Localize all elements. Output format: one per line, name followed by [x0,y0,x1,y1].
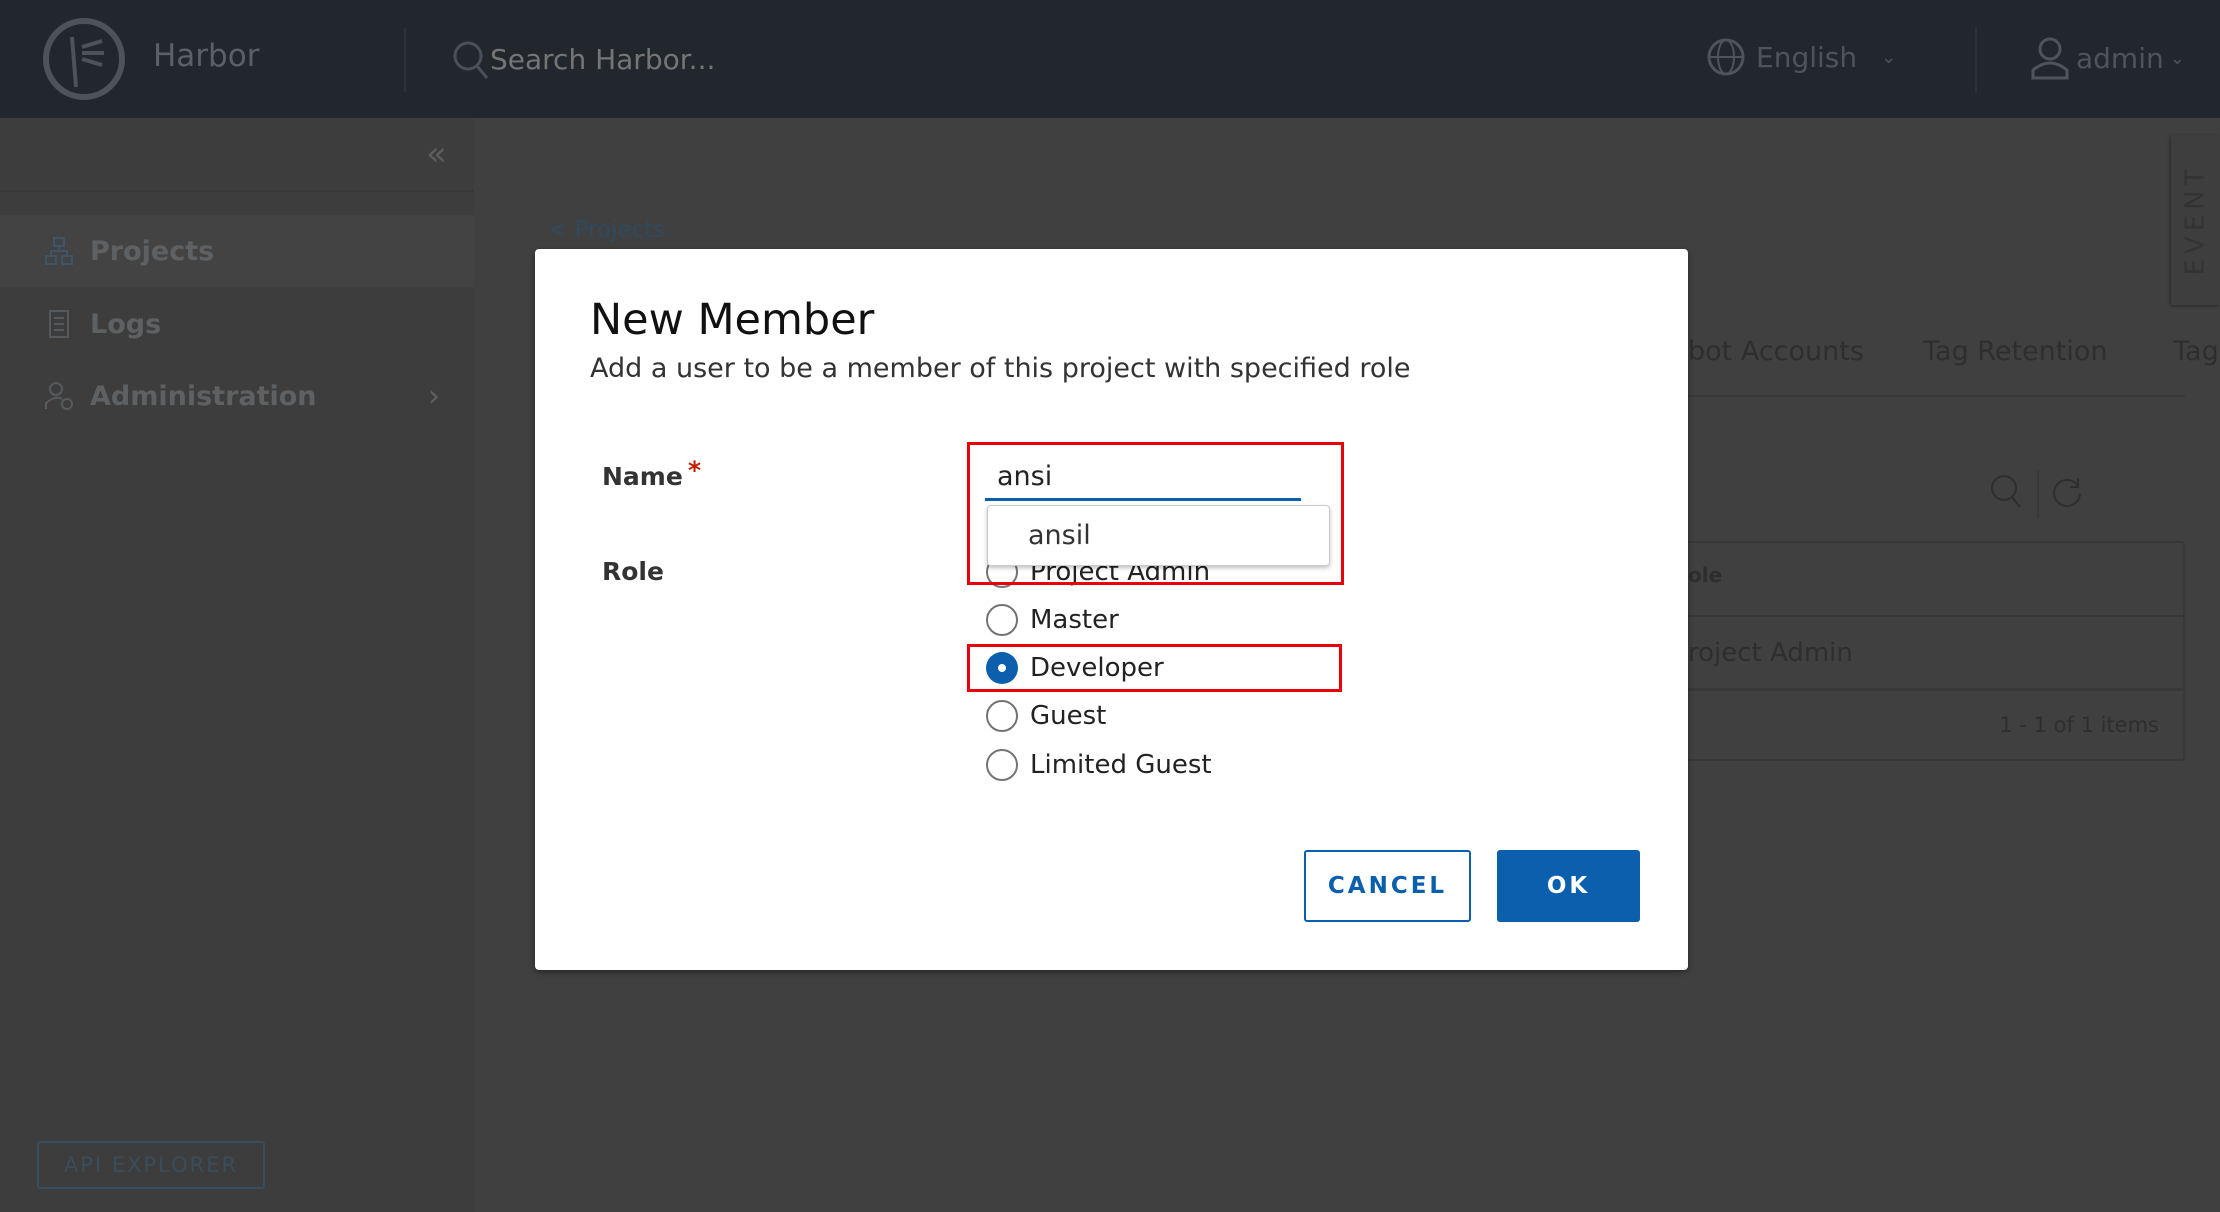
sidebar-item-administration[interactable]: Administration › [0,360,474,432]
username: admin [2076,41,2164,75]
tab-tag[interactable]: Tag [2173,336,2219,367]
search-icon [453,41,489,79]
search-input[interactable] [490,36,990,82]
members-table: ole roject Admin 1 - 1 of 1 items [1688,541,2185,761]
language-selector[interactable]: English ⌄ [1706,37,1896,77]
sidebar-item-projects[interactable]: Projects [0,215,474,287]
sidebar-item-label: Administration [90,380,317,412]
column-header-role: ole [1688,563,1723,587]
globe-icon [1707,38,1745,76]
chevron-down-icon: ⌄ [1881,46,1897,68]
required-mark: * [688,456,702,485]
ok-button[interactable]: OK [1497,850,1640,922]
table-cell-role: roject Admin [1688,638,1853,668]
cancel-button[interactable]: CANCEL [1304,850,1471,922]
sidebar-item-label: Projects [90,235,215,267]
divider [1975,28,1977,92]
new-member-dialog: New Member Add a user to be a member of … [535,249,1688,970]
role-label: Role [602,557,664,586]
divider [0,190,474,192]
tabs-underline [1688,395,2185,397]
api-explorer-button[interactable]: API EXPLORER [37,1141,265,1189]
event-panel-tab[interactable]: EVENT [2171,135,2220,305]
role-radio-limited-guest[interactable] [986,749,1018,781]
event-tab-label: EVENT [2180,164,2211,276]
sidebar-item-logs[interactable]: Logs [0,288,474,360]
chevron-right-icon: › [428,378,440,414]
administration-icon [45,382,73,410]
dialog-subtitle: Add a user to be a member of this projec… [590,353,1411,384]
harbor-logo-icon [43,18,125,100]
projects-icon [45,237,73,265]
role-label-guest: Guest [1030,701,1107,731]
role-label-master: Master [1030,605,1119,635]
app-name: Harbor [153,38,260,74]
sidebar-item-label: Logs [90,308,162,340]
role-radio-master[interactable] [986,604,1018,636]
role-radio-guest[interactable] [986,700,1018,732]
tab-robot-accounts[interactable]: bot Accounts [1688,336,1864,367]
user-menu[interactable]: admin ⌄ [2030,36,2185,80]
divider [404,28,406,92]
tab-tag-retention[interactable]: Tag Retention [1923,336,2107,367]
collapse-sidebar-icon[interactable]: « [426,134,447,174]
user-icon [2031,37,2069,80]
search-icon[interactable] [1990,474,2024,510]
dialog-title: New Member [590,295,875,345]
highlight-developer-role [967,644,1342,692]
breadcrumb[interactable]: < Projects [548,217,665,243]
language-label: English [1756,40,1858,74]
pagination-text: 1 - 1 of 1 items [1999,713,2159,737]
highlight-name-field [967,442,1344,585]
sidebar: « Projects Logs Administration › API EXP… [0,118,474,1212]
top-header: Harbor English ⌄ admin ⌄ [0,0,2220,118]
chevron-down-icon: ⌄ [2169,47,2185,69]
logs-icon [49,310,69,338]
divider [2037,470,2039,518]
role-label-limited-guest: Limited Guest [1030,750,1212,780]
refresh-icon[interactable] [2050,476,2084,510]
name-label: Name [602,462,683,491]
